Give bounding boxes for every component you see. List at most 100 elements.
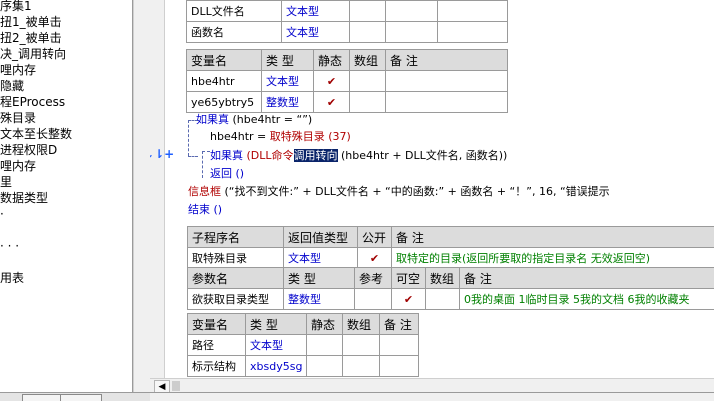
var-type-cell[interactable]: xbsdy5sg	[246, 356, 307, 377]
table-row[interactable]: 函数名 文本型	[187, 22, 508, 43]
table-row[interactable]: ye65ybtry5 整数型 ✔	[187, 92, 508, 113]
param-name-cell[interactable]: 欲获取目录类型	[188, 289, 284, 310]
code-line[interactable]: 如果真 (DLL命令调用转向 (hbe4htr + DLL文件名, 函数名))	[210, 149, 507, 163]
var-name-cell[interactable]: 路径	[188, 335, 246, 356]
tree-item[interactable]: 决_调用转向	[0, 46, 66, 62]
empty-cell[interactable]	[380, 356, 419, 377]
table-row[interactable]: hbe4htr 文本型 ✔	[187, 71, 508, 92]
tree-item[interactable]: · · ·	[0, 238, 19, 254]
keyword: 如果真	[196, 113, 229, 126]
table-row[interactable]: 欲获取目录类型 整数型 ✔ 0我的桌面 1临时目录 5我的文档 6我的收藏夹	[188, 289, 714, 310]
tree-item[interactable]: 扭2_被单击	[0, 30, 62, 46]
tree-item[interactable]: ·	[0, 206, 4, 222]
editor-horizontal-scrollbar[interactable]: ◀	[150, 378, 714, 393]
empty-cell[interactable]	[386, 92, 508, 113]
empty-cell[interactable]	[307, 335, 343, 356]
param-name-cell[interactable]: 函数名	[187, 22, 282, 43]
column-header: 数组	[426, 268, 460, 289]
column-header: 变量名	[188, 314, 246, 335]
table-row[interactable]: 取特殊目录 文本型 ✔ 取特定的目录(返回所要取的指定目录名 无效返回空)	[188, 248, 714, 269]
var-type-cell[interactable]: 文本型	[246, 335, 307, 356]
table-header-row: 参数名 类 型 参考 可空 数组 备 注	[188, 268, 714, 289]
column-header: 子程序名	[188, 227, 284, 248]
tree-item[interactable]: 哩内存	[0, 158, 36, 174]
code-text: (“找不到文件:” + DLL文件名 + “中的函数:” + 函数名 + “！”…	[221, 185, 610, 198]
empty-cell[interactable]	[386, 22, 438, 43]
column-header: 变量名	[187, 50, 262, 71]
code-text: (hbe4htr = “”)	[229, 113, 312, 126]
tree-item[interactable]: 进程权限D	[0, 142, 57, 158]
gutter-controls[interactable]: ⇣⇂+	[150, 147, 174, 161]
tree-item[interactable]: 序集1	[0, 0, 32, 14]
var-name-cell[interactable]: ye65ybtry5	[187, 92, 262, 113]
empty-cell[interactable]	[350, 92, 386, 113]
code-text: hbe4htr	[210, 130, 254, 143]
empty-cell[interactable]	[355, 289, 392, 310]
table-row[interactable]: 标示结构 xbsdy5sg	[188, 356, 419, 377]
code-line[interactable]: 返回 ()	[210, 167, 244, 181]
note-cell[interactable]: 0我的桌面 1临时目录 5我的文档 6我的收藏夹	[460, 289, 714, 310]
param-name-cell[interactable]: DLL文件名	[187, 1, 282, 22]
tree-item[interactable]: 文本至长整数	[0, 126, 72, 142]
project-tree[interactable]: 序集1 扭1_被单击 扭2_被单击 决_调用转向 哩内存 隐藏 程EProces…	[0, 0, 133, 392]
subroutine-table: 子程序名 返回值类型 公开 备 注 取特殊目录 文本型 ✔ 取特定的目录(返回所…	[187, 226, 714, 269]
code-line[interactable]: 信息框 (“找不到文件:” + DLL文件名 + “中的函数:” + 函数名 +…	[188, 185, 610, 199]
code-text: ()	[210, 203, 222, 216]
empty-cell[interactable]	[426, 289, 460, 310]
empty-cell[interactable]	[343, 356, 380, 377]
param-type-cell[interactable]: 整数型	[284, 289, 355, 310]
tree-vertical-scrollbar[interactable]	[133, 0, 151, 392]
var-type-cell[interactable]: 整数型	[262, 92, 314, 113]
code-text: (hbe4htr + DLL文件名, 函数名))	[338, 149, 508, 162]
selected-text[interactable]: 调用转向	[294, 149, 338, 162]
empty-cell[interactable]	[386, 1, 438, 22]
empty-cell[interactable]	[307, 356, 343, 377]
local-vars-table: 变量名 类 型 静态 数组 备 注 hbe4htr 文本型 ✔ ye65ybtr…	[186, 49, 508, 113]
var-name-cell[interactable]: 标示结构	[188, 356, 246, 377]
empty-cell[interactable]	[380, 335, 419, 356]
empty-cell[interactable]	[386, 71, 508, 92]
public-check-icon[interactable]: ✔	[358, 248, 392, 269]
tree-item[interactable]: 哩内存	[0, 62, 36, 78]
tree-item[interactable]: 扭1_被单击	[0, 14, 62, 30]
code-line[interactable]: 结束 ()	[188, 203, 222, 217]
param-type-cell[interactable]: 文本型	[282, 1, 350, 22]
keyword: 返回	[210, 167, 232, 180]
column-header: 类 型	[246, 314, 307, 335]
tree-item[interactable]: 殊目录	[0, 110, 36, 126]
return-type-cell[interactable]: 文本型	[284, 248, 358, 269]
local-vars-table-2: 变量名 类 型 静态 数组 备 注 路径 文本型 标示结构 xbsdy5sg	[187, 313, 419, 377]
scroll-thumb[interactable]	[172, 381, 180, 391]
empty-cell[interactable]	[343, 335, 380, 356]
tree-item[interactable]: 数据类型	[0, 190, 48, 206]
code-line[interactable]: hbe4htr = 取特殊目录 (37)	[210, 130, 351, 144]
note-cell[interactable]: 取特定的目录(返回所要取的指定目录名 无效返回空)	[392, 248, 714, 269]
param-type-cell[interactable]: 文本型	[282, 22, 350, 43]
column-header: 可空	[392, 268, 426, 289]
tree-item[interactable]: 程EProcess	[0, 94, 65, 110]
nullable-check-icon[interactable]: ✔	[392, 289, 426, 310]
column-header: 备 注	[386, 50, 508, 71]
tree-item[interactable]: 用表	[0, 270, 24, 286]
flow-line	[188, 120, 189, 156]
empty-cell[interactable]	[350, 71, 386, 92]
tree-item[interactable]: 隐藏	[0, 78, 24, 94]
static-check-icon[interactable]: ✔	[314, 71, 350, 92]
subroutine-name-cell[interactable]: 取特殊目录	[188, 248, 284, 269]
column-header: 备 注	[380, 314, 419, 335]
column-header: 类 型	[284, 268, 355, 289]
table-row[interactable]: 路径 文本型	[188, 335, 419, 356]
empty-cell[interactable]	[438, 1, 508, 22]
table-row[interactable]: DLL文件名 文本型	[187, 1, 508, 22]
code-line[interactable]: 如果真 (hbe4htr = “”)	[196, 113, 312, 127]
column-header: 参数名	[188, 268, 284, 289]
empty-cell[interactable]	[350, 1, 386, 22]
keyword: 结束	[188, 203, 210, 216]
tree-item[interactable]: 里	[0, 174, 12, 190]
var-type-cell[interactable]: 文本型	[262, 71, 314, 92]
empty-cell[interactable]	[438, 22, 508, 43]
var-name-cell[interactable]: hbe4htr	[187, 71, 262, 92]
empty-cell[interactable]	[350, 22, 386, 43]
static-check-icon[interactable]: ✔	[314, 92, 350, 113]
code-editor[interactable]: DLL文件名 文本型 函数名 文本型 变量名 类 型 静态 数组 备 注 hbe…	[150, 0, 714, 378]
